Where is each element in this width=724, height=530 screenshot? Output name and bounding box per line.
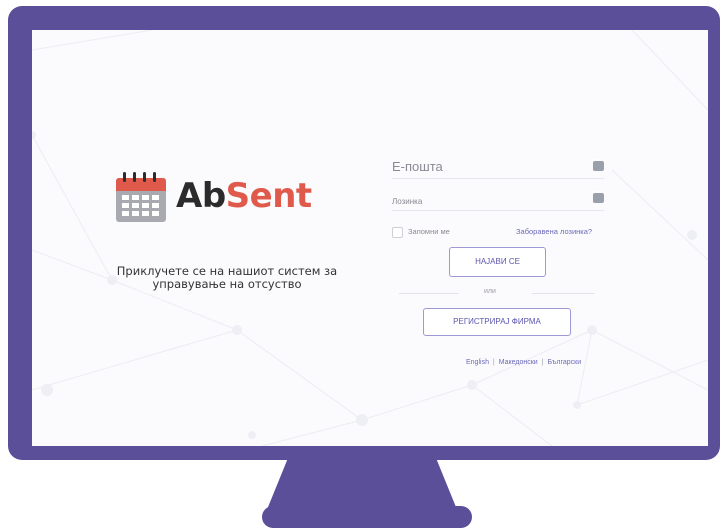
lang-separator: | — [541, 359, 544, 366]
language-switcher: English | Македонски | Български — [466, 359, 581, 366]
lang-bulgarian[interactable]: Български — [547, 359, 581, 366]
tagline: Приклучете се на нашиот систем за управу… — [102, 265, 352, 291]
brand-name: AbSent — [176, 174, 312, 218]
key-icon — [593, 190, 604, 203]
login-screen: AbSent Приклучете се на нашиот систем за… — [32, 30, 708, 446]
divider-left — [399, 293, 459, 294]
network-background — [32, 30, 708, 446]
lang-english[interactable]: English — [466, 359, 489, 366]
forgot-password-link[interactable]: Заборавена лозинка? — [516, 227, 592, 236]
brand-ab: Ab — [176, 176, 226, 216]
password-field[interactable]: Лозинка — [392, 186, 604, 211]
remember-me-checkbox[interactable] — [392, 227, 403, 238]
monitor-frame: AbSent Приклучете се на нашиот систем за… — [8, 6, 720, 460]
absent-logo: AbSent — [116, 170, 326, 228]
register-company-button[interactable]: РЕГИСТРИРАЈ ФИРМА — [423, 308, 571, 336]
login-button[interactable]: НАЈАВИ СЕ — [449, 247, 546, 277]
divider-right — [532, 293, 595, 294]
brand-sent: Sent — [225, 176, 313, 216]
email-field[interactable]: Е-пошта — [392, 154, 604, 179]
or-label: или — [484, 288, 496, 295]
lang-separator: | — [492, 359, 495, 366]
password-placeholder: Лозинка — [392, 197, 423, 206]
email-placeholder: Е-пошта — [392, 159, 443, 174]
key-icon — [593, 158, 604, 171]
remember-me-label[interactable]: Запомни ме — [408, 227, 450, 236]
tagline-line-2: управување на отсуство — [152, 277, 302, 291]
lang-macedonian[interactable]: Македонски — [499, 359, 538, 366]
calendar-icon — [116, 172, 166, 222]
